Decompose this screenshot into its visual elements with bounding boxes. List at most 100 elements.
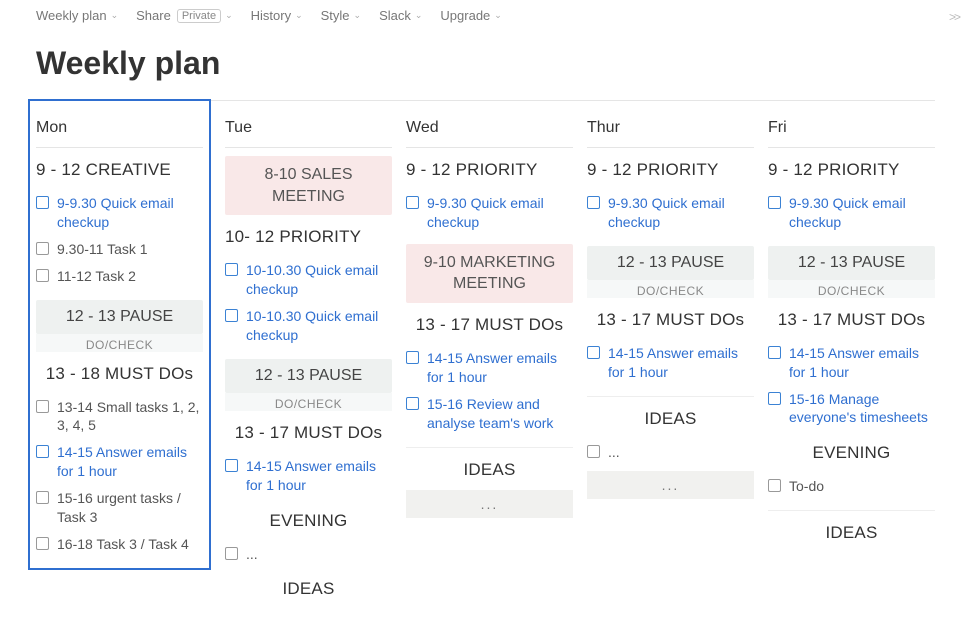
menu-item-slack[interactable]: Slack⌄ <box>379 8 422 23</box>
checkbox-icon[interactable] <box>36 269 49 282</box>
task-item[interactable]: 11-12 Task 2 <box>36 263 203 290</box>
checkbox-icon[interactable] <box>587 445 600 458</box>
checkbox-icon[interactable] <box>406 196 419 209</box>
pause-block: 12 - 13 PAUSEDO/CHECK <box>36 300 203 352</box>
task-text: 9-9.30 Quick email checkup <box>57 194 203 232</box>
board: Mon9 - 12 CREATIVE9-9.30 Quick email che… <box>36 101 935 603</box>
task-list: 14-15 Answer emails for 1 hour 15-16 Mana… <box>768 334 935 432</box>
task-text: 10-10.30 Quick email checkup <box>246 307 392 345</box>
section-heading: 13 - 17 MUST DOs <box>587 298 754 334</box>
task-text: 15-16 Review and analyse team's work <box>427 395 573 433</box>
expand-icon[interactable]: >> <box>949 10 959 24</box>
checkbox-icon[interactable] <box>406 397 419 410</box>
task-list: 9-9.30 Quick email checkup <box>587 184 754 236</box>
menu-item-weekly-plan[interactable]: Weekly plan ⌄ <box>36 8 118 23</box>
checkbox-icon[interactable] <box>225 459 238 472</box>
section-heading: 13 - 17 MUST DOs <box>406 303 573 339</box>
task-list: 14-15 Answer emails for 1 hour <box>225 447 392 499</box>
section-heading: IDEAS <box>225 567 392 603</box>
menu-item-upgrade[interactable]: Upgrade⌄ <box>440 8 501 23</box>
task-item[interactable]: 10-10.30 Quick email checkup <box>225 303 392 349</box>
section-heading: 9 - 12 PRIORITY <box>587 148 754 184</box>
checkbox-icon[interactable] <box>768 346 781 359</box>
placeholder-row[interactable]: ... <box>406 490 573 518</box>
task-item[interactable]: ... <box>225 541 392 568</box>
chevron-down-icon: ⌄ <box>111 10 119 21</box>
checkbox-icon[interactable] <box>36 491 49 504</box>
task-text: 11-12 Task 2 <box>57 267 203 286</box>
task-item[interactable]: 14-15 Answer emails for 1 hour <box>225 453 392 499</box>
pause-title: 12 - 13 PAUSE <box>768 246 935 280</box>
task-item[interactable]: ... <box>587 439 754 466</box>
section-heading: 13 - 18 MUST DOs <box>36 352 203 388</box>
task-text: 14-15 Answer emails for 1 hour <box>789 344 935 382</box>
topbar: Weekly plan⌄SharePrivate⌄History⌄Style⌄S… <box>0 0 971 31</box>
checkbox-icon[interactable] <box>36 196 49 209</box>
task-text: ... <box>608 443 754 462</box>
checkbox-icon[interactable] <box>225 309 238 322</box>
menu-item-label: Weekly plan <box>36 8 107 23</box>
menu-item-label: Share <box>136 8 171 23</box>
task-text: 14-15 Answer emails for 1 hour <box>427 349 573 387</box>
section-heading: 9 - 12 PRIORITY <box>768 148 935 184</box>
pause-title: 12 - 13 PAUSE <box>36 300 203 334</box>
menu-item-share[interactable]: SharePrivate⌄ <box>136 8 233 23</box>
task-item[interactable]: 15-16 Review and analyse team's work <box>406 391 573 437</box>
checkbox-icon[interactable] <box>406 351 419 364</box>
chevron-down-icon: ⌄ <box>225 10 233 21</box>
meeting-pill: 9-10 MARKETING MEETING <box>406 244 573 303</box>
checkbox-icon[interactable] <box>768 479 781 492</box>
task-text: 9-9.30 Quick email checkup <box>427 194 573 232</box>
task-item[interactable]: 9-9.30 Quick email checkup <box>36 190 203 236</box>
task-item[interactable]: 14-15 Answer emails for 1 hour <box>587 340 754 386</box>
task-list: 13-14 Small tasks 1, 2, 3, 4, 514-15 Ans… <box>36 388 203 558</box>
task-item[interactable]: 9-9.30 Quick email checkup <box>406 190 573 236</box>
checkbox-icon[interactable] <box>36 537 49 550</box>
checkbox-icon[interactable] <box>225 547 238 560</box>
menu-item-style[interactable]: Style⌄ <box>321 8 361 23</box>
task-list: 9-9.30 Quick email checkup <box>768 184 935 236</box>
task-list: 10-10.30 Quick email checkup 10-10.30 Qui… <box>225 251 392 349</box>
checkbox-icon[interactable] <box>36 445 49 458</box>
section-heading: IDEAS <box>406 448 573 484</box>
task-text: To-do <box>789 477 935 496</box>
menu-item-history[interactable]: History⌄ <box>251 8 303 23</box>
task-item[interactable]: 14-15 Answer emails for 1 hour <box>36 439 203 485</box>
task-list: 14-15 Answer emails for 1 hour 15-16 Revi… <box>406 339 573 437</box>
checkbox-icon[interactable] <box>36 400 49 413</box>
pause-subtitle: DO/CHECK <box>768 280 935 298</box>
task-item[interactable]: 16-18 Task 3 / Task 4 <box>36 531 203 558</box>
section-heading: 13 - 17 MUST DOs <box>768 298 935 334</box>
meeting-pill: 8-10 SALES MEETING <box>225 156 392 215</box>
task-text: 15-16 urgent tasks / Task 3 <box>57 489 203 527</box>
checkbox-icon[interactable] <box>225 263 238 276</box>
task-list: 14-15 Answer emails for 1 hour <box>587 334 754 386</box>
day-header: Tue <box>225 101 392 148</box>
task-item[interactable]: 14-15 Answer emails for 1 hour <box>406 345 573 391</box>
task-item[interactable]: 10-10.30 Quick email checkup <box>225 257 392 303</box>
chevron-down-icon: ⌄ <box>295 10 303 21</box>
checkbox-icon[interactable] <box>768 392 781 405</box>
day-column-mon: Mon9 - 12 CREATIVE9-9.30 Quick email che… <box>28 99 211 570</box>
task-text: 9-9.30 Quick email checkup <box>789 194 935 232</box>
day-header: Mon <box>36 101 203 148</box>
task-item[interactable]: 13-14 Small tasks 1, 2, 3, 4, 5 <box>36 394 203 440</box>
task-item[interactable]: To-do <box>768 473 935 500</box>
day-header: Fri <box>768 101 935 148</box>
task-item[interactable]: 9-9.30 Quick email checkup <box>768 190 935 236</box>
checkbox-icon[interactable] <box>587 346 600 359</box>
task-item[interactable]: 9.30-11 Task 1 <box>36 236 203 263</box>
section-heading: 13 - 17 MUST DOs <box>225 411 392 447</box>
checkbox-icon[interactable] <box>768 196 781 209</box>
task-item[interactable]: 14-15 Answer emails for 1 hour <box>768 340 935 386</box>
placeholder-row[interactable]: ... <box>587 471 754 499</box>
task-item[interactable]: 15-16 urgent tasks / Task 3 <box>36 485 203 531</box>
checkbox-icon[interactable] <box>36 242 49 255</box>
pause-title: 12 - 13 PAUSE <box>587 246 754 280</box>
task-text: 13-14 Small tasks 1, 2, 3, 4, 5 <box>57 398 203 436</box>
checkbox-icon[interactable] <box>587 196 600 209</box>
task-item[interactable]: 15-16 Manage everyone's timesheets <box>768 386 935 432</box>
task-item[interactable]: 9-9.30 Quick email checkup <box>587 190 754 236</box>
task-text: 14-15 Answer emails for 1 hour <box>608 344 754 382</box>
task-list: ... <box>225 535 392 568</box>
